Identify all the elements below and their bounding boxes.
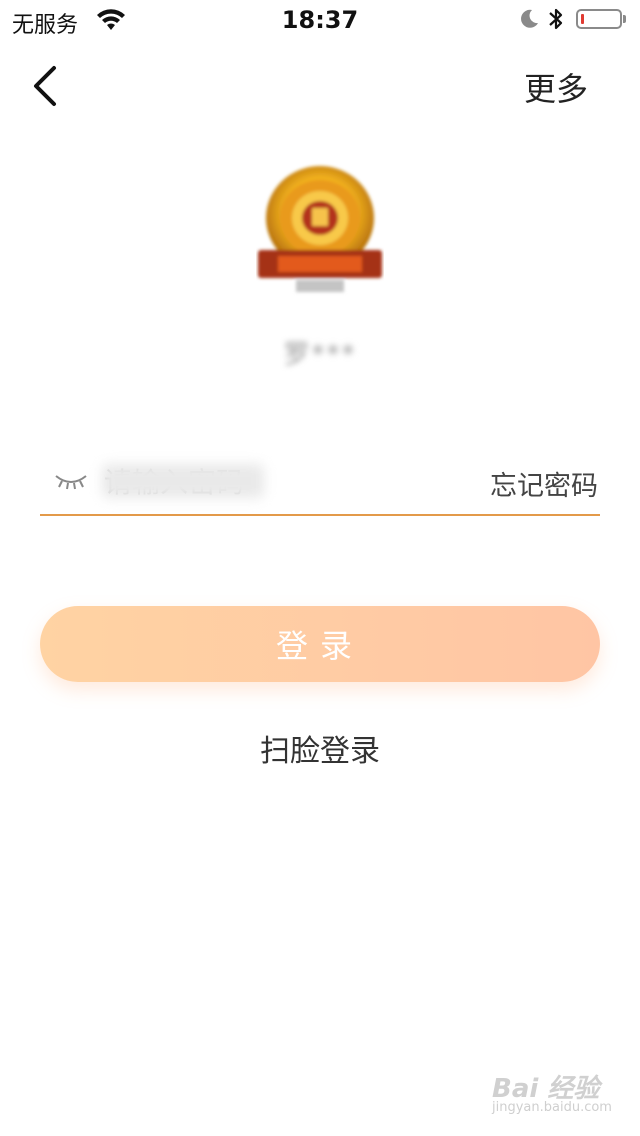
status-time: 18:37: [281, 6, 359, 34]
input-underline: [40, 514, 600, 516]
eye-closed-icon[interactable]: [54, 468, 88, 492]
face-login-link[interactable]: 扫脸登录: [0, 726, 640, 770]
bluetooth-icon: [549, 8, 563, 30]
forgot-password-link[interactable]: 忘记密码: [490, 464, 598, 503]
do-not-disturb-icon: [521, 9, 538, 28]
battery-tip: [623, 15, 626, 23]
battery-icon: [576, 9, 622, 29]
emblem-logo: [258, 166, 382, 292]
chevron-left-icon[interactable]: [30, 64, 62, 108]
watermark: Bai 经验 jingyan.baidu.com: [488, 1064, 618, 1120]
watermark-url: jingyan.baidu.com: [492, 1100, 612, 1115]
password-row: 忘记密码: [40, 450, 600, 516]
account-name: 罗***: [283, 340, 357, 370]
battery-level: [581, 14, 584, 24]
login-button[interactable]: 登录: [40, 606, 600, 682]
more-button[interactable]: 更多: [524, 64, 588, 110]
password-input[interactable]: [102, 460, 436, 504]
status-bar: 无服务 18:37: [0, 0, 640, 40]
